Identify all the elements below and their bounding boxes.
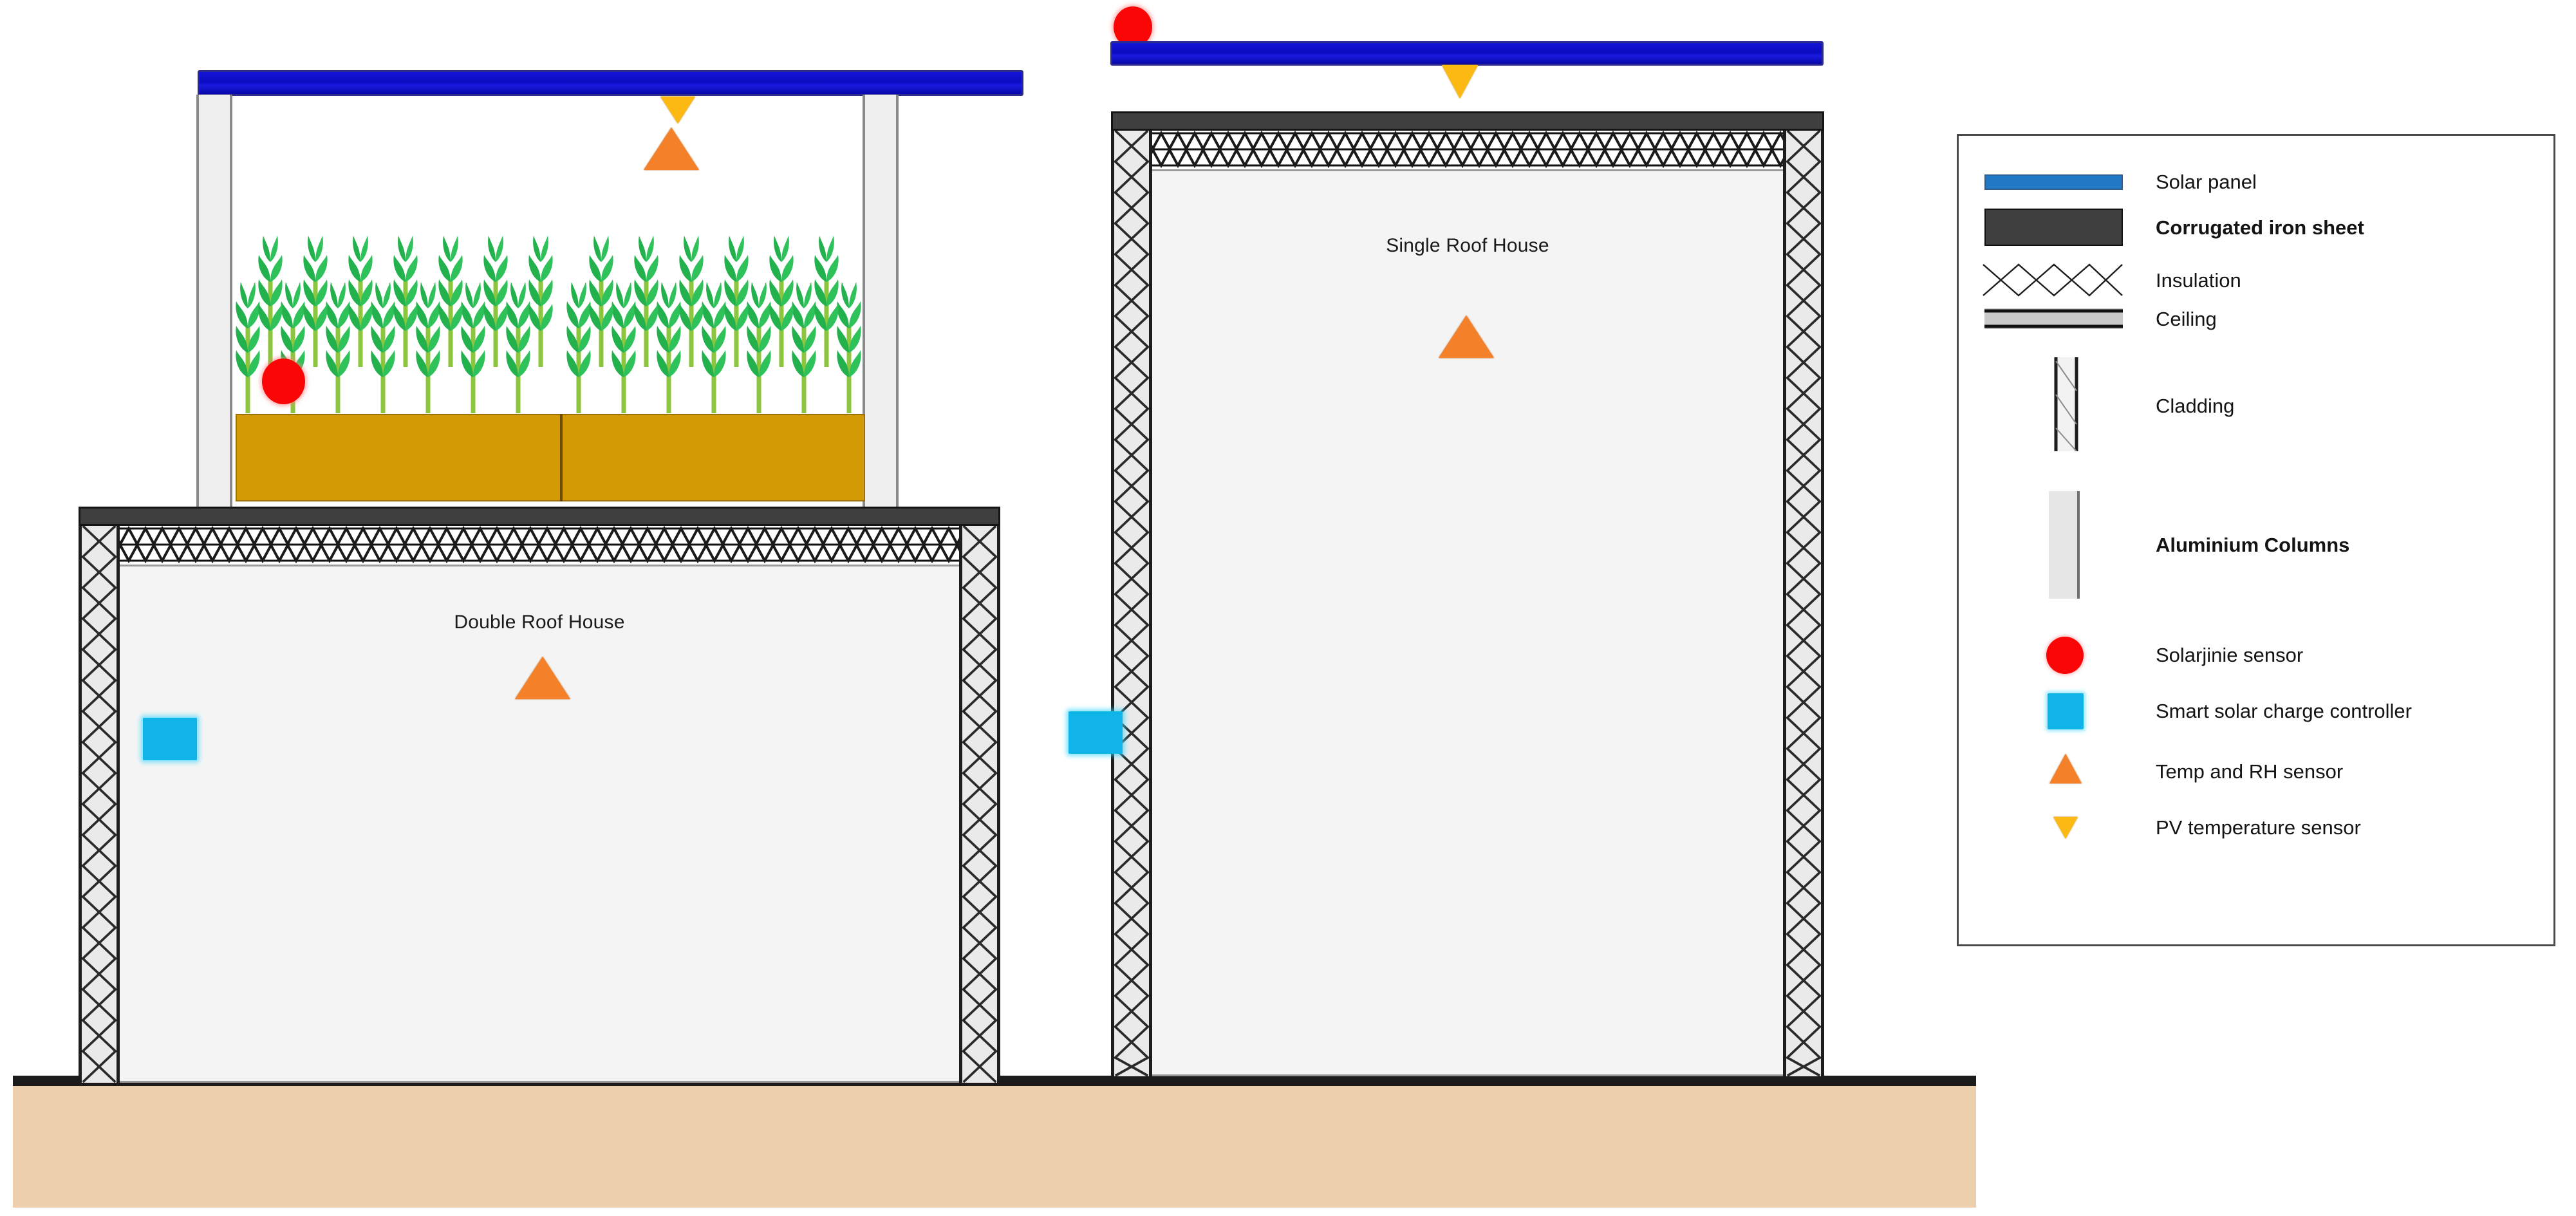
legend-label-insulation: Insulation [2156, 269, 2241, 292]
wall-insulation-svg [1114, 131, 1149, 1076]
legend-label-aluminium-columns: Aluminium Columns [2156, 534, 2350, 556]
legend-label-ceiling: Ceiling [2156, 308, 2217, 330]
ceiling-swatch-svg [1984, 308, 2123, 329]
wall-insulation-svg [82, 526, 117, 1083]
insulation-swatch [1982, 262, 2123, 298]
solarjinie-sensor-icon [2046, 637, 2084, 674]
double-roof-house: Double Roof House [79, 58, 1023, 1088]
solar-panel-swatch [1984, 174, 2123, 190]
soil-bed-divider [560, 414, 563, 501]
single-house-room-interior [1143, 169, 1792, 1076]
pv-temp-sensor-icon [660, 97, 695, 124]
aluminium-column-swatch [2049, 491, 2080, 599]
ceiling-insulation-assembly-double [79, 526, 1000, 565]
single-roof-house: Single Roof House [1069, 6, 1867, 1088]
legend-label-solarjinie-sensor: Solarjinie sensor [2156, 644, 2304, 666]
pv-temp-sensor-icon-single [1442, 65, 1478, 98]
cladding-swatch [2054, 357, 2078, 451]
corrugated-iron-sheet-single [1111, 111, 1824, 131]
single-house-label: Single Roof House [1386, 235, 1549, 256]
ceiling-insulation-svg [1111, 131, 1824, 169]
charge-controller-icon [2048, 693, 2084, 729]
insulated-wall-right-double [959, 526, 1000, 1083]
legend-panel: Solar panel Corrugated iron sheet Insula… [1957, 134, 2555, 946]
insulated-wall-left-double [79, 526, 120, 1083]
legend-label-corrugated-iron: Corrugated iron sheet [2156, 216, 2364, 239]
soil-bed [236, 414, 865, 501]
smart-solar-charge-controller-single [1069, 711, 1123, 754]
wall-insulation-svg [1786, 131, 1821, 1076]
temp-rh-sensor-single [1439, 315, 1494, 358]
solarjinie-sensor-crop [262, 359, 305, 404]
ceiling-swatch [1984, 308, 2123, 329]
legend-label-solar-panel: Solar panel [2156, 171, 2257, 193]
aluminium-column-upper-left [196, 95, 232, 529]
cladding-swatch-svg [2054, 357, 2078, 451]
legend-label-cladding: Cladding [2156, 395, 2235, 417]
figure-canvas: Double Roof House Single Roof House Sola… [0, 0, 2576, 1216]
insulated-wall-left-single [1111, 131, 1152, 1076]
smart-solar-charge-controller-double [143, 718, 197, 760]
aluminium-column-upper-right [863, 95, 899, 529]
insulated-wall-right-single [1783, 131, 1824, 1076]
solar-panel-single-roof [1110, 41, 1824, 66]
crop-group-right [566, 218, 863, 417]
temp-rh-sensor-lower-double [515, 657, 570, 699]
pv-temp-sensor-icon [2053, 817, 2078, 839]
corrugated-iron-swatch [1984, 209, 2123, 246]
temp-rh-sensor-icon [2049, 754, 2082, 783]
temp-rh-sensor-upper [644, 127, 699, 170]
crop-plants-right-svg [566, 236, 861, 413]
ceiling-insulation-svg [79, 526, 1000, 565]
legend-label-charge-controller: Smart solar charge controller [2156, 700, 2412, 722]
ceiling-insulation-assembly-single [1111, 131, 1824, 169]
double-house-label: Double Roof House [454, 612, 625, 633]
legend-label-temp-rh-sensor: Temp and RH sensor [2156, 760, 2344, 783]
insulation-swatch-svg [1983, 263, 2123, 297]
ground-soil [13, 1085, 1976, 1208]
corrugated-iron-sheet-double [79, 507, 1000, 526]
double-house-room-interior [111, 565, 968, 1083]
legend-label-pv-temp-sensor: PV temperature sensor [2156, 816, 2361, 839]
wall-insulation-svg [962, 526, 997, 1083]
solar-panel-double-roof [198, 70, 1023, 96]
